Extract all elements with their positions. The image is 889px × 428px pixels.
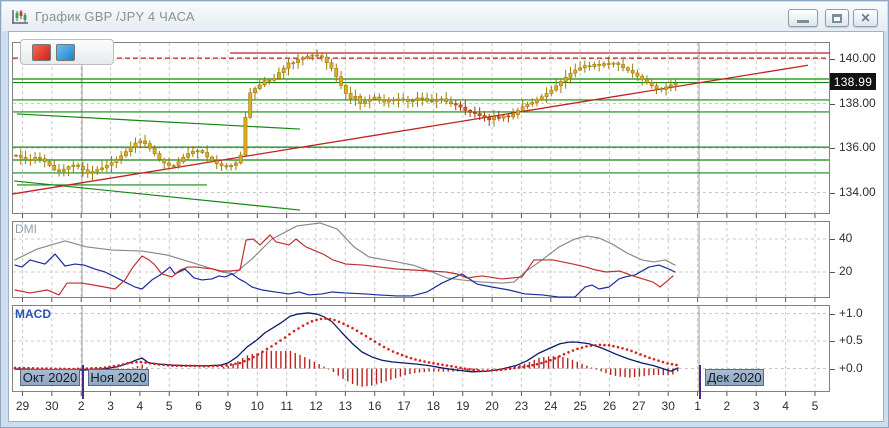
axis-tick (830, 59, 835, 60)
dmi-indicator-panel[interactable] (12, 221, 830, 305)
day-label: 26 (603, 399, 617, 413)
red-marker-button[interactable] (32, 44, 51, 61)
macd-axis-label: +1.0 (839, 306, 863, 320)
price-axis-label: 136.00 (839, 140, 876, 154)
day-label: 9 (225, 399, 232, 413)
day-label: 19 (456, 399, 470, 413)
axis-tick (830, 148, 835, 149)
day-label: 17 (397, 399, 411, 413)
day-label: 23 (515, 399, 529, 413)
window-title: График GBP /JPY 4 ЧАСА (35, 9, 195, 24)
day-label: 5 (166, 399, 173, 413)
axis-tick (830, 239, 835, 240)
day-label: 13 (339, 399, 353, 413)
chart-client-area: 2930234569101112131617181920232425262730… (8, 31, 884, 422)
axis-tick (830, 272, 835, 273)
price-axis-label: 134.00 (839, 185, 876, 199)
day-label: 25 (573, 399, 587, 413)
day-label: 5 (812, 399, 819, 413)
day-label: 29 (16, 399, 30, 413)
minimize-icon (797, 20, 809, 23)
day-label: 11 (280, 399, 293, 413)
day-label: 6 (195, 399, 202, 413)
day-label: 20 (485, 399, 499, 413)
macd-axis-label: +0.0 (839, 361, 863, 375)
day-label: 1 (694, 399, 701, 413)
macd-axis-label: +0.5 (839, 333, 863, 347)
axis-tick (830, 314, 835, 315)
day-label: 24 (544, 399, 558, 413)
day-label: 2 (724, 399, 731, 413)
axis-tick (830, 193, 835, 194)
month-label-box: Ноя 2020 (88, 369, 149, 386)
day-label: 30 (662, 399, 676, 413)
month-label-box: Дек 2020 (705, 369, 764, 386)
blue-marker-button[interactable] (56, 44, 75, 61)
price-axis-label: 138.00 (839, 96, 876, 110)
restore-button[interactable] (825, 9, 849, 27)
candlestick-chart-icon (11, 9, 29, 25)
price-chart-panel[interactable] (12, 42, 830, 220)
date-axis: 2930234569101112131617181920232425262730… (12, 396, 830, 422)
axis-tick (830, 369, 835, 370)
day-label: 10 (251, 399, 265, 413)
month-divider (82, 365, 84, 399)
day-label: 27 (632, 399, 646, 413)
day-label: 2 (78, 399, 85, 413)
chart-toolbar (20, 39, 114, 65)
day-label: 18 (427, 399, 441, 413)
close-button[interactable]: ✕ (853, 9, 878, 27)
month-label-box: Окт 2020 (20, 369, 80, 386)
dmi-panel-label: DMI (15, 222, 37, 236)
app-window: График GBP /JPY 4 ЧАСА ✕ 293023456910111… (0, 0, 889, 428)
day-label: 16 (368, 399, 382, 413)
day-label: 4 (782, 399, 789, 413)
axis-tick (830, 104, 835, 105)
price-axis-label: 140.00 (839, 51, 876, 65)
minimize-button[interactable] (788, 9, 818, 27)
day-label: 12 (309, 399, 323, 413)
day-label: 3 (753, 399, 760, 413)
current-price-label: 138.99 (830, 73, 876, 90)
restore-icon (832, 14, 842, 23)
day-label: 3 (107, 399, 114, 413)
dmi-axis-label: 20 (839, 264, 852, 278)
day-label: 4 (137, 399, 144, 413)
close-icon: ✕ (860, 12, 870, 24)
month-divider (699, 365, 701, 399)
window-titlebar[interactable]: График GBP /JPY 4 ЧАСА (2, 2, 887, 31)
macd-panel-label: MACD (15, 307, 51, 321)
day-label: 30 (45, 399, 59, 413)
dmi-axis-label: 40 (839, 231, 852, 245)
axis-tick (830, 341, 835, 342)
